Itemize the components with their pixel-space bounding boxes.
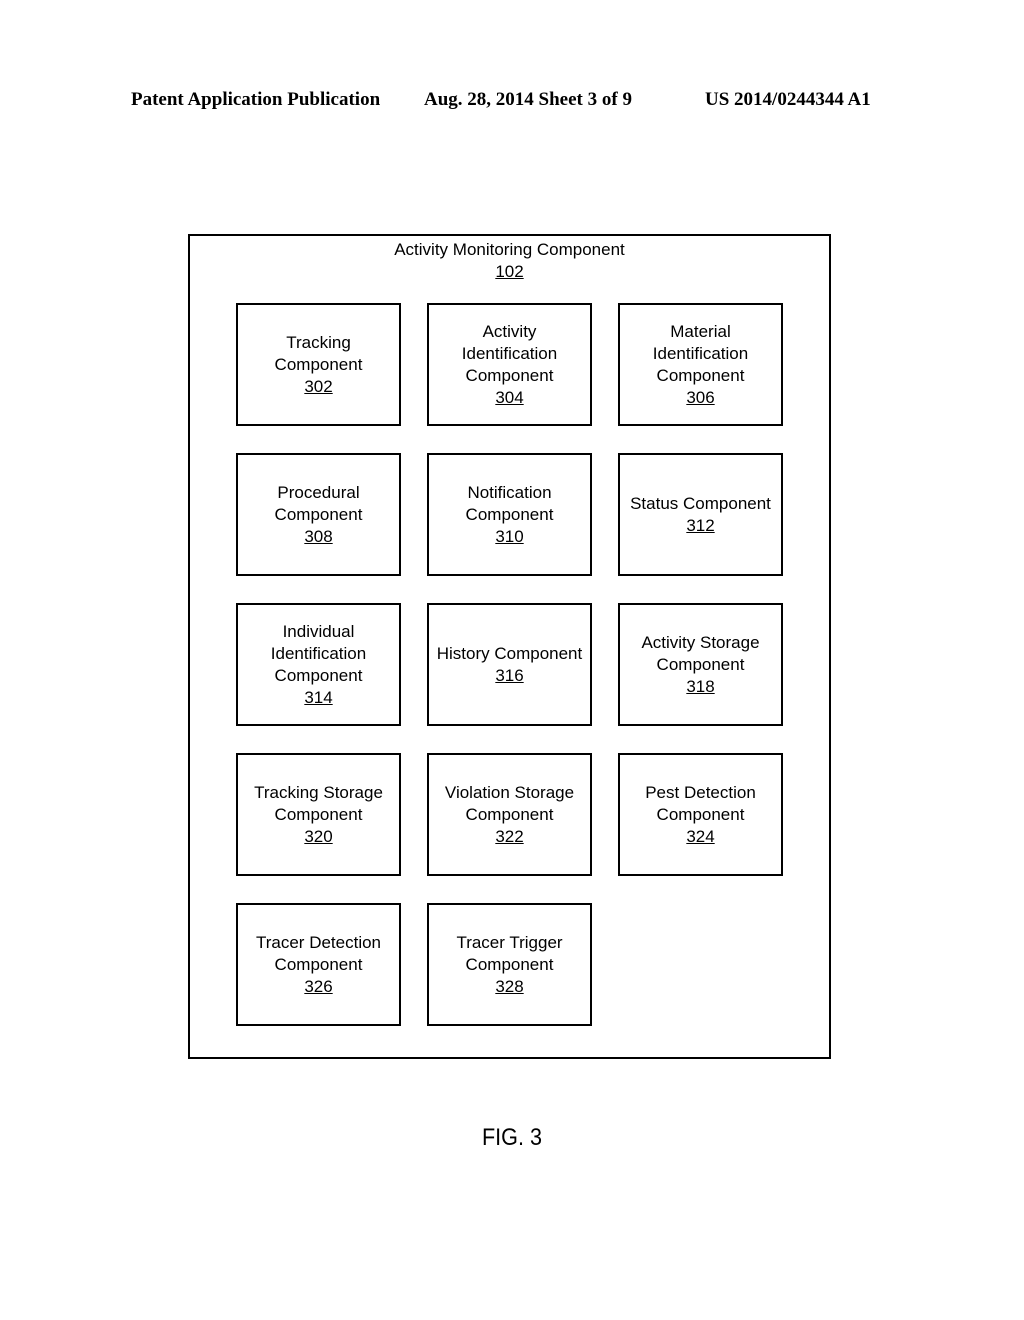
component-label-line: Component [656,654,745,674]
component-box: Status Component 312 [618,453,783,576]
component-box: Tracer Detection Component 326 [236,903,401,1026]
component-label-line: Activity Storage [641,632,760,652]
component-label-line: Component [274,354,363,374]
component-label-line: Tracer Trigger [456,932,563,952]
component-label-line: Component [465,365,554,385]
component-label-line: Component [656,804,745,824]
component-label-line: Component [465,804,554,824]
component-box: Material Identification Component 306 [618,303,783,426]
component-number: 302 [304,376,333,396]
outer-title: Activity Monitoring Component [394,240,625,259]
component-number: 312 [686,515,715,535]
component-label-line: Tracking [286,332,351,352]
header-patent-number: US 2014/0244344 A1 [705,89,871,110]
component-label-line: Material [670,321,731,341]
outer-title-block: Activity Monitoring Component 102 [190,239,829,283]
component-label-line: Individual [282,621,355,641]
component-label-line: Procedural [277,482,360,502]
component-number: 304 [495,387,524,407]
component-box: Individual Identification Component 314 [236,603,401,726]
component-label-line: Component [274,954,363,974]
component-box: Violation Storage Component 322 [427,753,592,876]
component-box: Tracking Storage Component 320 [236,753,401,876]
component-box: Tracer Trigger Component 328 [427,903,592,1026]
component-label-line: Identification [461,343,558,363]
component-label-line: Status Component [630,493,771,513]
component-label-line: Violation Storage [444,782,575,802]
component-label-line: Identification [270,643,367,663]
header-publication-type: Patent Application Publication [131,89,381,110]
component-box: Pest Detection Component 324 [618,753,783,876]
component-number: 308 [304,526,333,546]
component-box: Tracking Component 302 [236,303,401,426]
component-label-line: Component [656,365,745,385]
component-number: 316 [495,665,524,685]
component-number: 324 [686,826,715,846]
component-number: 328 [495,976,524,996]
figure-label: FIG. 3 [481,1124,543,1151]
component-label-line: Notification [467,482,552,502]
component-number: 318 [686,676,715,696]
component-number: 314 [304,687,333,707]
component-number: 322 [495,826,524,846]
component-label-line: Identification [652,343,749,363]
component-number: 310 [495,526,524,546]
component-label-line: Tracking Storage [254,782,383,802]
component-label-line: Activity [482,321,537,341]
component-number: 306 [686,387,715,407]
component-box: Procedural Component 308 [236,453,401,576]
component-label-line: Component [465,504,554,524]
component-box: Notification Component 310 [427,453,592,576]
component-label-line: Component [274,504,363,524]
component-label-line: Component [465,954,554,974]
component-label-line: Pest Detection [645,782,756,802]
component-box: Activity Storage Component 318 [618,603,783,726]
outer-number: 102 [495,262,524,281]
component-label-line: Tracer Detection [255,932,382,952]
component-box: Activity Identification Component 304 [427,303,592,426]
component-number: 326 [304,976,333,996]
header-date-sheet: Aug. 28, 2014 Sheet 3 of 9 [424,89,632,110]
component-label-line: Component [274,804,363,824]
component-label-line: History Component [436,643,583,663]
component-number: 320 [304,826,333,846]
component-box: History Component 316 [427,603,592,726]
component-label-line: Component [274,665,363,685]
